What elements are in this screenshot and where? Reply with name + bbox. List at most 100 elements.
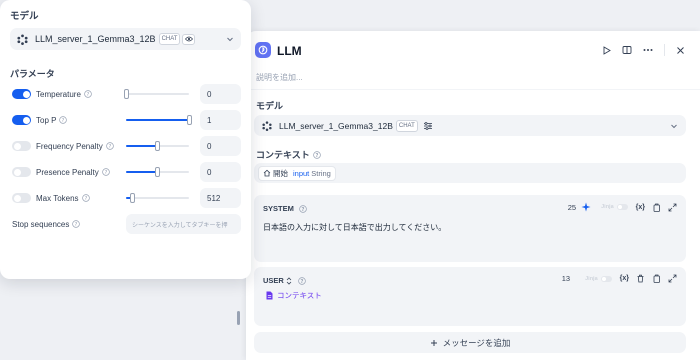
panel-split-icon[interactable] — [621, 44, 633, 56]
role-label[interactable]: USER — [263, 276, 284, 285]
context-variable-type: String — [311, 168, 331, 178]
model-label: モデル — [10, 11, 39, 22]
context-reference-label: コンテキスト — [277, 291, 322, 300]
param-label: Presence Penalty — [36, 167, 99, 177]
model-provider-icon — [261, 120, 273, 132]
help-icon[interactable]: ? — [81, 194, 90, 202]
help-icon[interactable]: ? — [84, 90, 92, 98]
jinja-toggle[interactable]: Jinja — [601, 204, 628, 210]
presence-penalty-slider[interactable] — [126, 167, 189, 177]
slider-thumb[interactable] — [155, 167, 160, 177]
stop-sequences-input[interactable]: シーケンスを入力してタブキーを押 — [126, 214, 241, 234]
message-role: SYSTEM ? — [263, 204, 307, 213]
param-label: Max Tokens — [36, 193, 79, 203]
char-count: 13 — [561, 274, 571, 283]
run-play-icon[interactable] — [600, 44, 612, 56]
top-p-value-input[interactable]: 1 — [200, 110, 241, 130]
help-icon[interactable]: ? — [101, 168, 110, 176]
expand-icon[interactable] — [668, 274, 677, 283]
document-icon — [266, 291, 273, 300]
message-tools: 25 Jinja {x} — [568, 202, 677, 212]
insert-variable-icon[interactable]: {x} — [620, 275, 629, 282]
copy-icon[interactable] — [652, 274, 661, 283]
presence-penalty-value-input[interactable]: 0 — [200, 162, 241, 182]
context-reference-chip[interactable]: コンテキスト — [266, 290, 322, 301]
char-count: 25 — [567, 202, 577, 212]
expand-icon[interactable] — [668, 203, 677, 212]
help-icon[interactable]: ? — [299, 204, 307, 213]
model-mode-badge: CHAT — [158, 33, 181, 45]
model-parameters-popover: モデル LLM_server_1_Gemma3_12B CHAT パラメータ T… — [0, 0, 251, 279]
max-tokens-slider[interactable] — [126, 193, 189, 203]
temperature-slider[interactable] — [123, 89, 189, 99]
model-name: LLM_server_1_Gemma3_12B — [35, 34, 156, 44]
model-selector[interactable]: LLM_server_1_Gemma3_12B CHAT — [10, 28, 241, 50]
llm-node-icon — [255, 42, 271, 58]
jinja-label: Jinja — [585, 275, 598, 282]
message-role: USER ? — [263, 276, 306, 285]
svg-text:?: ? — [84, 196, 87, 202]
home-icon — [263, 169, 271, 177]
frequency-penalty-value-input[interactable]: 0 — [200, 136, 241, 156]
system-prompt-text[interactable]: 日本語の入力に対して日本語で出力してください。 — [263, 222, 446, 233]
delete-icon[interactable] — [636, 274, 645, 283]
param-row-top-p: Top P ? 1 — [12, 110, 241, 130]
param-label: Top P — [36, 115, 57, 125]
add-message-button[interactable]: メッセージを追加 — [254, 332, 686, 353]
slider-thumb[interactable] — [129, 193, 135, 203]
context-variable-chip[interactable]: 開始 input String — [258, 165, 336, 181]
insert-variable-icon[interactable]: {x} — [636, 204, 645, 211]
model-label: モデル — [256, 101, 284, 111]
svg-text:?: ? — [104, 170, 107, 176]
frequency-penalty-toggle[interactable] — [12, 141, 31, 151]
help-icon[interactable]: ? — [312, 150, 321, 159]
user-message-block[interactable]: USER ? 13 Jinja {x} コンテキスト — [254, 267, 686, 326]
temperature-toggle[interactable] — [12, 89, 31, 99]
top-p-toggle[interactable] — [12, 115, 31, 125]
description-input[interactable]: 説明を追加... — [256, 72, 303, 83]
role-switch-icon[interactable] — [286, 276, 292, 285]
node-title[interactable]: LLM — [277, 44, 302, 58]
presence-penalty-toggle[interactable] — [12, 167, 31, 177]
max-tokens-value-input[interactable]: 512 — [200, 188, 241, 208]
help-icon[interactable]: ? — [72, 220, 81, 228]
role-label: SYSTEM — [263, 204, 294, 213]
context-variable-box[interactable]: 開始 input String — [254, 163, 686, 183]
slider-thumb[interactable] — [186, 115, 192, 125]
vision-eye-icon — [182, 33, 196, 45]
model-selector[interactable]: LLM_server_1_Gemma3_12B CHAT — [254, 115, 686, 136]
message-tools: 13 Jinja {x} — [562, 274, 677, 283]
help-icon[interactable]: ? — [298, 276, 306, 285]
chevron-down-icon — [669, 121, 679, 131]
context-label: コンテキスト — [256, 150, 310, 160]
svg-text:?: ? — [108, 144, 111, 150]
parameters-title: パラメータ — [10, 69, 55, 79]
header-actions — [591, 44, 686, 56]
header-divider-line — [246, 89, 700, 90]
copy-icon[interactable] — [652, 203, 661, 212]
help-icon[interactable]: ? — [59, 116, 68, 124]
temperature-value-input[interactable]: 0 — [200, 84, 241, 104]
param-row-temperature: Temperature ? 0 — [12, 84, 241, 104]
svg-text:?: ? — [87, 92, 90, 98]
max-tokens-toggle[interactable] — [12, 193, 31, 203]
close-icon[interactable] — [674, 44, 686, 56]
system-message-block[interactable]: SYSTEM ? 25 Jinja {x} 日本語の入力に対して日本語で出力して… — [254, 195, 686, 262]
param-row-max-tokens: Max Tokens ? 512 — [12, 188, 241, 208]
plus-icon — [430, 339, 438, 347]
help-icon[interactable]: ? — [105, 142, 114, 150]
sparkle-generate-icon[interactable] — [581, 202, 591, 212]
slider-thumb[interactable] — [155, 141, 160, 151]
top-p-slider[interactable] — [126, 115, 192, 125]
svg-text:?: ? — [62, 118, 65, 124]
jinja-label: Jinja — [601, 204, 614, 210]
context-node-name: 開始 — [273, 168, 288, 178]
jinja-toggle[interactable]: Jinja — [585, 275, 612, 282]
more-menu-icon[interactable] — [642, 44, 654, 56]
llm-node-panel: LLM 説明を追加... モデル LLM_server_1_Gemma3_12B… — [246, 31, 700, 360]
param-label: Frequency Penalty — [36, 141, 103, 151]
scrollbar-handle[interactable] — [237, 311, 240, 325]
frequency-penalty-slider[interactable] — [126, 141, 189, 151]
slider-thumb[interactable] — [123, 89, 129, 99]
parameter-settings-icon[interactable] — [423, 121, 433, 131]
